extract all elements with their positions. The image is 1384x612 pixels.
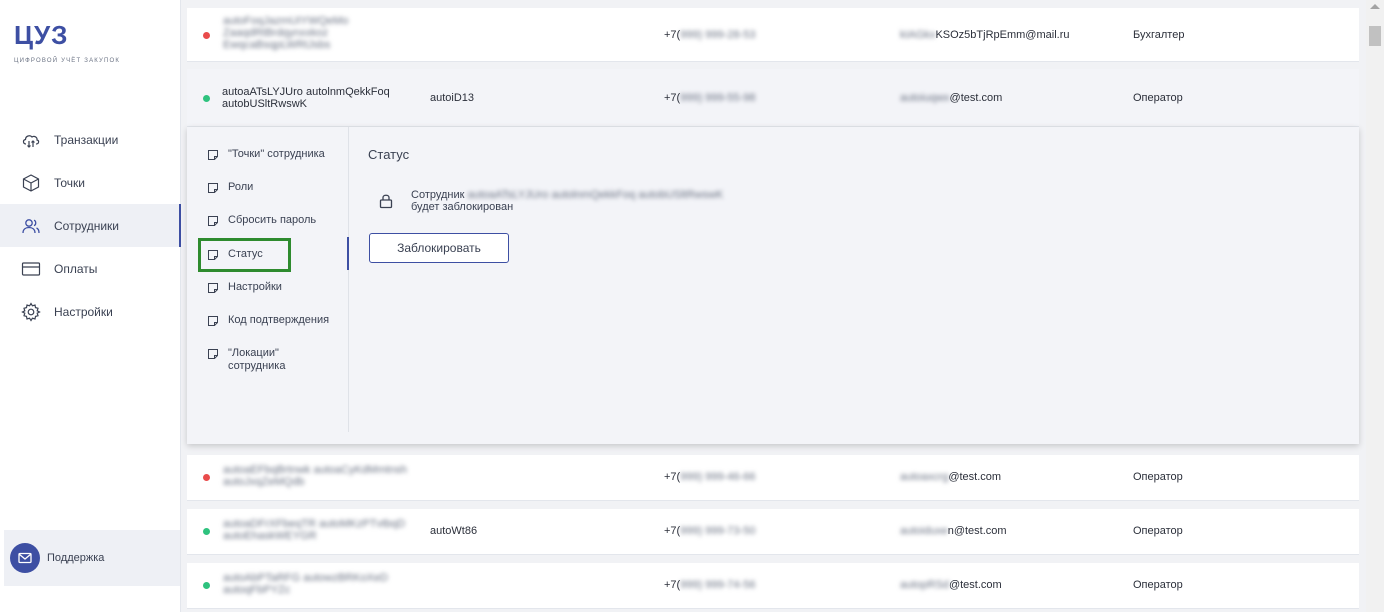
employee-name: autoaEFbqBrtnwk autoaCyKdMmtnsh autoJxqZ… <box>223 464 408 488</box>
employee-phone: +7(999) 999-73-50 <box>664 525 756 537</box>
employee-role: Оператор <box>1133 579 1183 591</box>
table-row[interactable]: autoAbPTaRFG autowzBRKoXeD autoqFbPYZc +… <box>187 563 1359 609</box>
employee-email: autopRSd@test.com <box>900 579 1002 591</box>
sidebar-item-settings[interactable]: Настройки <box>0 290 181 333</box>
employee-name: autoFoqJazmUIYWQeMo ZaaqdRtBrdqynxxkoz E… <box>223 15 349 51</box>
employee-name: autoAbPTaRFG autowzBRKoXeD autoqFbPYZc <box>223 572 389 596</box>
block-button[interactable]: Заблокировать <box>369 233 509 263</box>
employee-email: kIAGkxKSOz5bTjRpEmm@mail.ru <box>900 29 1070 41</box>
employee-phone: +7(999) 999-55-98 <box>664 92 756 104</box>
box-icon <box>20 172 42 194</box>
note-icon <box>208 150 218 160</box>
sidebar-item-employees[interactable]: Сотрудники <box>0 204 181 247</box>
sidebar-item-label: Транзакции <box>54 132 119 147</box>
status-dot <box>203 474 210 481</box>
detail-menu-points[interactable]: "Точки" сотрудника <box>207 148 347 161</box>
table-row[interactable]: autoaEFbqBrtnwk autoaCyKdMmtnsh autoJxqZ… <box>187 455 1359 501</box>
scroll-up-arrow-icon[interactable] <box>1370 4 1380 9</box>
status-dot <box>203 528 210 535</box>
status-dot <box>203 582 210 589</box>
note-icon <box>208 216 218 226</box>
active-indicator <box>347 237 349 270</box>
detail-menu: "Точки" сотрудника Роли Сбросить пароль … <box>187 127 349 432</box>
employee-email: autoiuqwx@test.com <box>900 92 1003 104</box>
support-label: Поддержка <box>47 552 105 564</box>
card-icon <box>20 258 42 280</box>
sidebar-item-label: Сотрудники <box>54 218 119 233</box>
detail-menu-status[interactable]: Статус <box>207 248 347 261</box>
note-icon <box>208 183 218 193</box>
mail-icon <box>10 543 40 573</box>
scroll-thumb[interactable] <box>1369 26 1381 46</box>
employee-email: autoaxcrg@test.com <box>900 471 1002 483</box>
employee-phone: +7(999) 999-74-56 <box>664 579 756 591</box>
employee-role: Оператор <box>1133 471 1183 483</box>
employee-phone: +7(999) 999-46-66 <box>664 471 756 483</box>
employee-login: autoiD13 <box>430 92 475 104</box>
employee-email: autoiduxen@test.com <box>900 525 1007 537</box>
status-dot <box>203 95 210 102</box>
section-title: Статус <box>368 147 410 162</box>
users-icon <box>20 215 42 237</box>
lock-icon <box>379 194 393 209</box>
note-icon <box>208 283 218 293</box>
employee-role: Бухгалтер <box>1133 29 1185 41</box>
sidebar: ЦУЗ цифровой учёт закупок Транзакции Точ… <box>0 0 181 612</box>
table-row[interactable]: autoaDFrXFbeqTR autoMKzPTvtbqD autoEhask… <box>187 509 1359 555</box>
sidebar-item-points[interactable]: Точки <box>0 161 181 204</box>
sidebar-item-label: Точки <box>54 175 86 190</box>
sidebar-item-transactions[interactable]: Транзакции <box>0 118 181 161</box>
employee-role: Оператор <box>1133 525 1183 537</box>
detail-menu-reset-password[interactable]: Сбросить пароль <box>207 214 347 227</box>
employee-phone: +7(999) 999-28-53 <box>664 29 756 41</box>
detail-menu-confirmation-code[interactable]: Код подтверждения <box>207 314 347 327</box>
sidebar-item-payments[interactable]: Оплаты <box>0 247 181 290</box>
employee-name: autoaDFrXFbeqTR autoMKzPTvtbqD autoEhask… <box>223 518 406 542</box>
employee-name: autoaATsLYJUro autolnmQekkFoq autobUSltR… <box>222 86 390 110</box>
note-icon <box>208 316 218 326</box>
support-button[interactable]: Поддержка <box>4 530 180 586</box>
sidebar-item-label: Настройки <box>54 304 113 319</box>
gear-icon <box>20 301 42 323</box>
note-icon <box>208 250 218 260</box>
vertical-scrollbar[interactable] <box>1366 0 1384 612</box>
status-dot <box>203 32 210 39</box>
sidebar-nav: Транзакции Точки Сотрудники Оплаты Настр… <box>0 118 181 333</box>
logo-subtitle: цифровой учёт закупок <box>14 58 121 64</box>
logo[interactable]: ЦУЗ <box>14 20 68 51</box>
sidebar-item-label: Оплаты <box>54 261 98 276</box>
detail-menu-roles[interactable]: Роли <box>207 181 347 194</box>
detail-menu-locations[interactable]: "Локации" сотрудника <box>207 347 347 373</box>
employee-login: autoWt86 <box>430 525 478 537</box>
employee-detail-panel: "Точки" сотрудника Роли Сбросить пароль … <box>187 127 1359 444</box>
table-row[interactable]: autoFoqJazmUIYWQeMo ZaaqdRtBrdqynxxkoz E… <box>187 8 1359 62</box>
employee-role: Оператор <box>1133 92 1183 104</box>
cloud-transfer-icon <box>20 129 42 151</box>
detail-menu-settings[interactable]: Настройки <box>207 281 347 294</box>
status-message: Сотрудник autoaATsLYJUro autolnmQekkFoq … <box>411 189 724 213</box>
table-row[interactable]: autoaATsLYJUro autolnmQekkFoq autobUSltR… <box>187 69 1359 127</box>
note-icon <box>208 349 218 359</box>
employees-list: autoFoqJazmUIYWQeMo ZaaqdRtBrdqynxxkoz E… <box>183 0 1363 612</box>
